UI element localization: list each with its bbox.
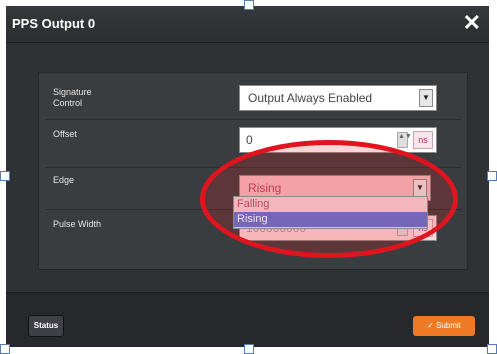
dialog-footer: Status ✓ Submit xyxy=(6,292,489,347)
offset-label: Offset xyxy=(53,129,77,139)
signature-control-label: Signature Control xyxy=(53,87,92,108)
offset-value: 0 xyxy=(246,133,253,147)
dropdown-option-falling[interactable]: Falling xyxy=(234,197,427,212)
status-button[interactable]: Status xyxy=(28,315,64,337)
separator xyxy=(45,119,461,120)
resize-handle-bottom-left[interactable] xyxy=(0,344,10,354)
edge-dropdown-list: Falling Rising xyxy=(233,196,428,229)
edge-label: Edge xyxy=(53,175,75,185)
resize-handle-left[interactable] xyxy=(0,171,10,181)
signature-control-select[interactable]: Output Always Enabled ▼ xyxy=(239,85,437,111)
pulse-width-label: Pulse Width xyxy=(53,219,102,229)
close-icon[interactable]: ✕ xyxy=(463,12,481,34)
resize-handle-bottom[interactable] xyxy=(244,344,254,354)
spinner-icon[interactable]: ▲▼ xyxy=(397,132,412,148)
resize-handle-bottom-right[interactable] xyxy=(487,344,497,354)
signature-control-value: Output Always Enabled xyxy=(248,91,373,105)
dropdown-option-rising[interactable]: Rising xyxy=(234,212,427,227)
resize-handle-top[interactable] xyxy=(244,0,254,10)
offset-unit: ns xyxy=(413,131,433,149)
dialog-title-bar: PPS Output 0 ✕ xyxy=(6,6,489,43)
chevron-down-icon[interactable]: ▼ xyxy=(419,89,433,107)
dialog-title: PPS Output 0 xyxy=(12,16,96,31)
submit-button[interactable]: ✓ Submit xyxy=(413,316,475,336)
resize-handle-right[interactable] xyxy=(487,171,497,181)
